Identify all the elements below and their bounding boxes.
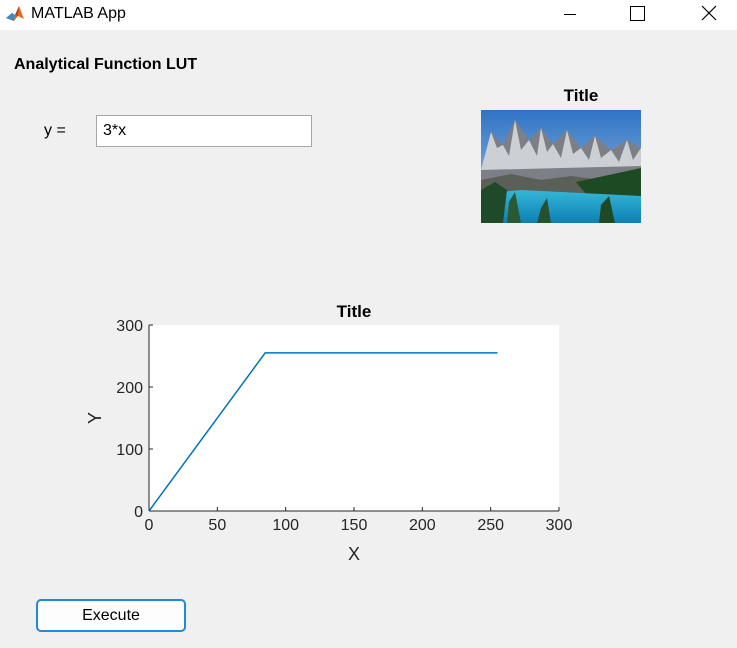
x-tick-label: 250 — [477, 517, 504, 534]
maximize-button[interactable] — [614, 0, 660, 30]
function-chart: Title 0 50 100 150 200 250 300 0 100 200 300 X Y — [85, 302, 573, 564]
minimize-button[interactable] — [547, 0, 593, 30]
matlab-logo-icon — [5, 4, 25, 24]
page-heading: Analytical Function LUT — [14, 56, 198, 73]
image-title: Title — [563, 86, 599, 105]
title-bar: MATLAB App — [0, 0, 737, 30]
x-tick-label: 200 — [409, 517, 436, 534]
x-tick-label: 50 — [208, 517, 226, 534]
minimize-icon — [564, 14, 576, 15]
equation-input[interactable] — [96, 115, 312, 147]
window-title: MATLAB App — [31, 5, 126, 22]
execute-button[interactable]: Execute — [36, 599, 186, 632]
close-button[interactable] — [686, 0, 732, 30]
x-tick-label: 100 — [272, 517, 299, 534]
equation-label: y = — [44, 122, 66, 139]
x-tick-label: 150 — [341, 517, 368, 534]
y-tick-label: 100 — [116, 442, 143, 459]
y-axis-label: Y — [85, 412, 105, 424]
maximize-icon — [630, 6, 645, 21]
chart-title: Title — [337, 302, 372, 321]
y-tick-label: 0 — [134, 504, 143, 521]
mountain-lake-image — [481, 110, 641, 223]
y-tick-label: 300 — [116, 318, 143, 335]
close-icon — [701, 5, 717, 21]
y-tick-label: 200 — [116, 380, 143, 397]
x-axis-label: X — [348, 544, 360, 564]
x-tick-label: 300 — [546, 517, 573, 534]
x-tick-label: 0 — [145, 517, 154, 534]
